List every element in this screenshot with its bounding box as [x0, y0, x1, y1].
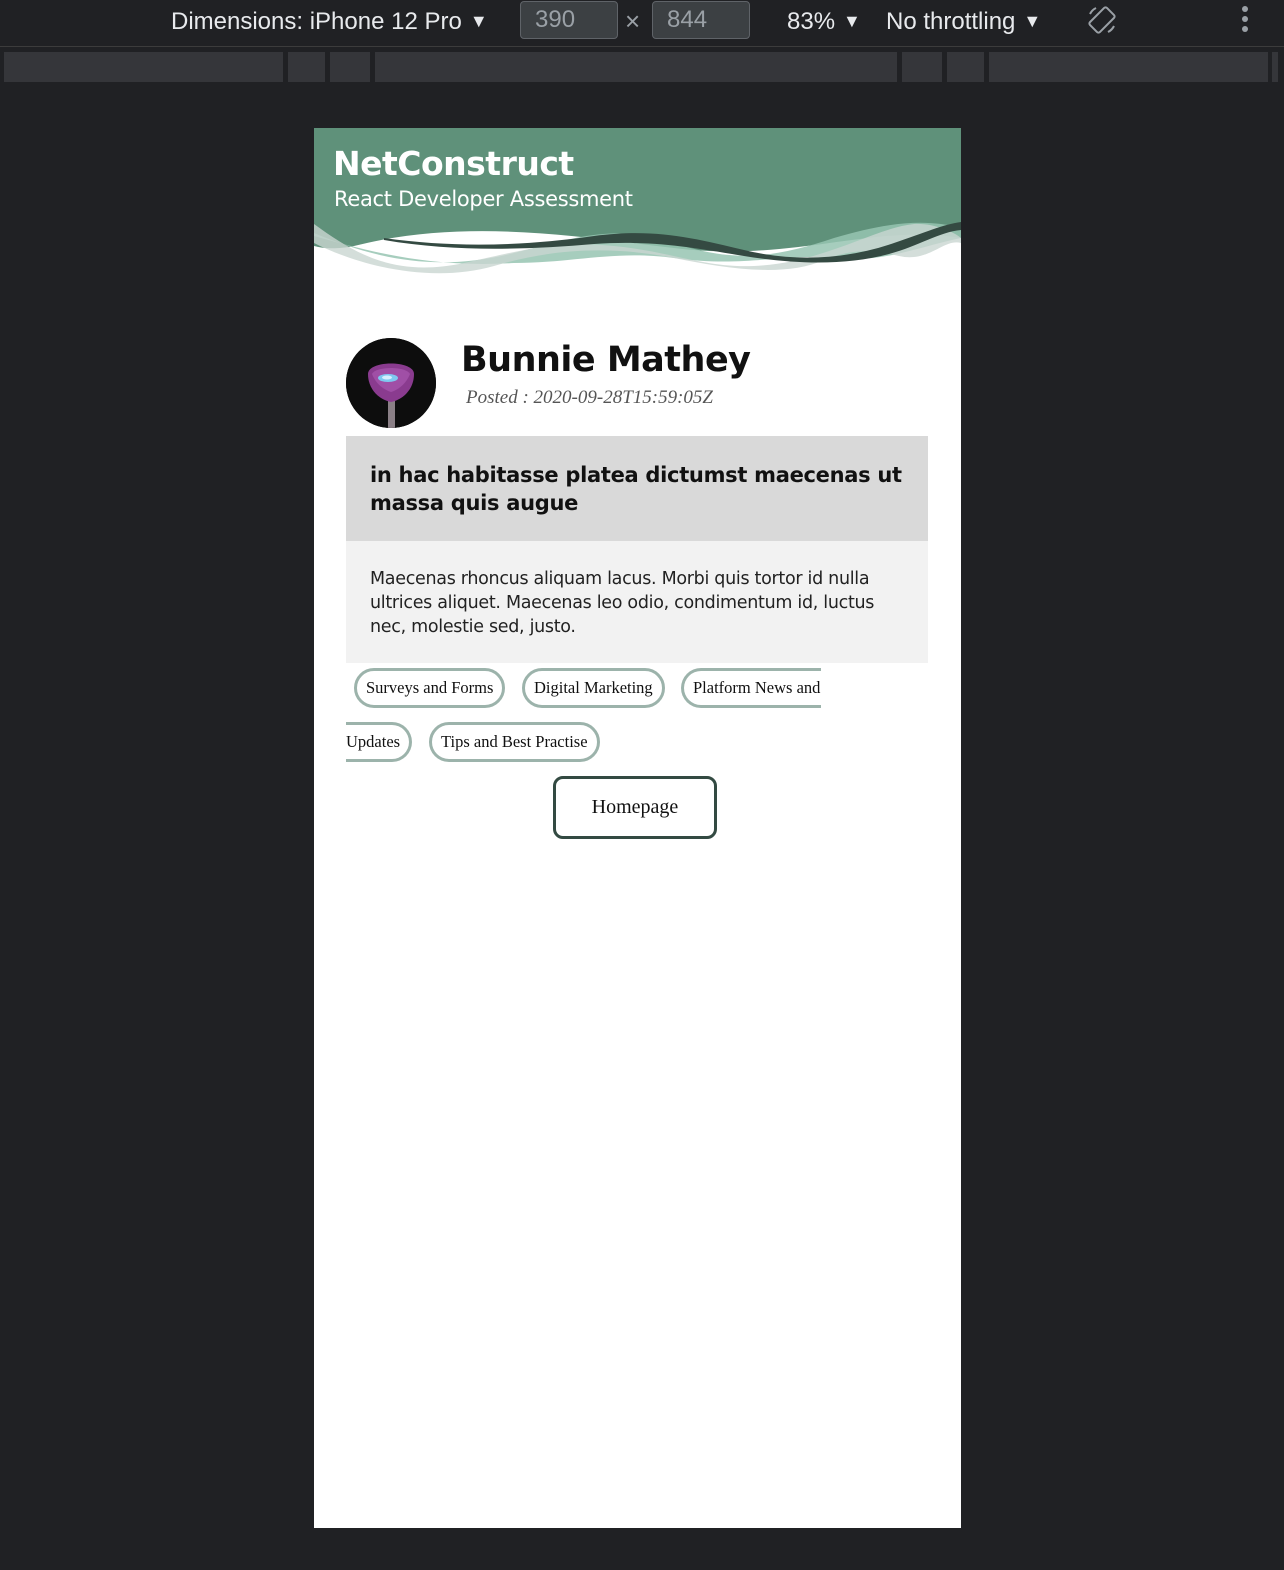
chevron-down-icon: ▼: [843, 11, 861, 31]
media-query-segment[interactable]: [330, 52, 370, 82]
device-dropdown[interactable]: Dimensions: iPhone 12 Pro ▼: [171, 0, 488, 42]
post-title-section: in hac habitasse platea dictumst maecena…: [346, 436, 928, 541]
chevron-down-icon: ▼: [1023, 11, 1042, 31]
post-body: Maecenas rhoncus aliquam lacus. Morbi qu…: [370, 569, 875, 637]
throttling-dropdown[interactable]: No throttling ▼: [886, 0, 1041, 42]
chevron-down-icon: ▼: [469, 11, 488, 31]
author-name: Bunnie Mathey: [461, 340, 751, 380]
tag-platform-news-and-updates[interactable]: Platform News and: [681, 668, 821, 708]
tag-surveys-and-forms[interactable]: Surveys and Forms: [354, 668, 506, 708]
dimension-separator: ×: [625, 6, 641, 36]
site-header: NetConstruct React Developer Assessment: [314, 128, 961, 278]
post-body-section: Maecenas rhoncus aliquam lacus. Morbi qu…: [346, 541, 928, 663]
tag-platform-news-and-updates-continued[interactable]: Updates: [346, 722, 412, 762]
zoom-dropdown[interactable]: 83% ▼: [787, 0, 861, 42]
site-subtitle: React Developer Assessment: [334, 187, 633, 211]
media-query-segment[interactable]: [4, 52, 283, 82]
homepage-button[interactable]: Homepage: [553, 776, 717, 839]
device-viewport: NetConstruct React Developer Assessment …: [314, 128, 961, 1528]
media-query-segment[interactable]: [375, 52, 897, 82]
media-query-segment[interactable]: [1272, 52, 1278, 82]
avatar-image: [346, 338, 436, 428]
media-query-segment[interactable]: [902, 52, 942, 82]
media-query-bar: [0, 50, 1284, 84]
throttling-label: No throttling: [886, 8, 1016, 35]
site-title: NetConstruct: [333, 144, 574, 183]
avatar: [346, 338, 436, 428]
tag-digital-marketing[interactable]: Digital Marketing: [522, 668, 665, 708]
height-input[interactable]: 844: [652, 1, 750, 39]
rotate-icon[interactable]: [1086, 4, 1118, 36]
media-query-segment[interactable]: [989, 52, 1268, 82]
media-query-segment[interactable]: [288, 52, 325, 82]
more-options-icon[interactable]: [1238, 6, 1252, 36]
media-query-segment[interactable]: [947, 52, 984, 82]
tag-tips-and-best-practise[interactable]: Tips and Best Practise: [429, 722, 600, 762]
posted-timestamp: Posted : 2020-09-28T15:59:05Z: [466, 387, 713, 408]
width-input[interactable]: 390: [520, 1, 618, 39]
zoom-label: 83%: [787, 8, 836, 35]
post-title: in hac habitasse platea dictumst maecena…: [370, 463, 902, 515]
devtools-device-toolbar: Dimensions: iPhone 12 Pro ▼ 390 × 844 83%…: [0, 0, 1284, 47]
device-label: Dimensions: iPhone 12 Pro: [171, 8, 462, 35]
